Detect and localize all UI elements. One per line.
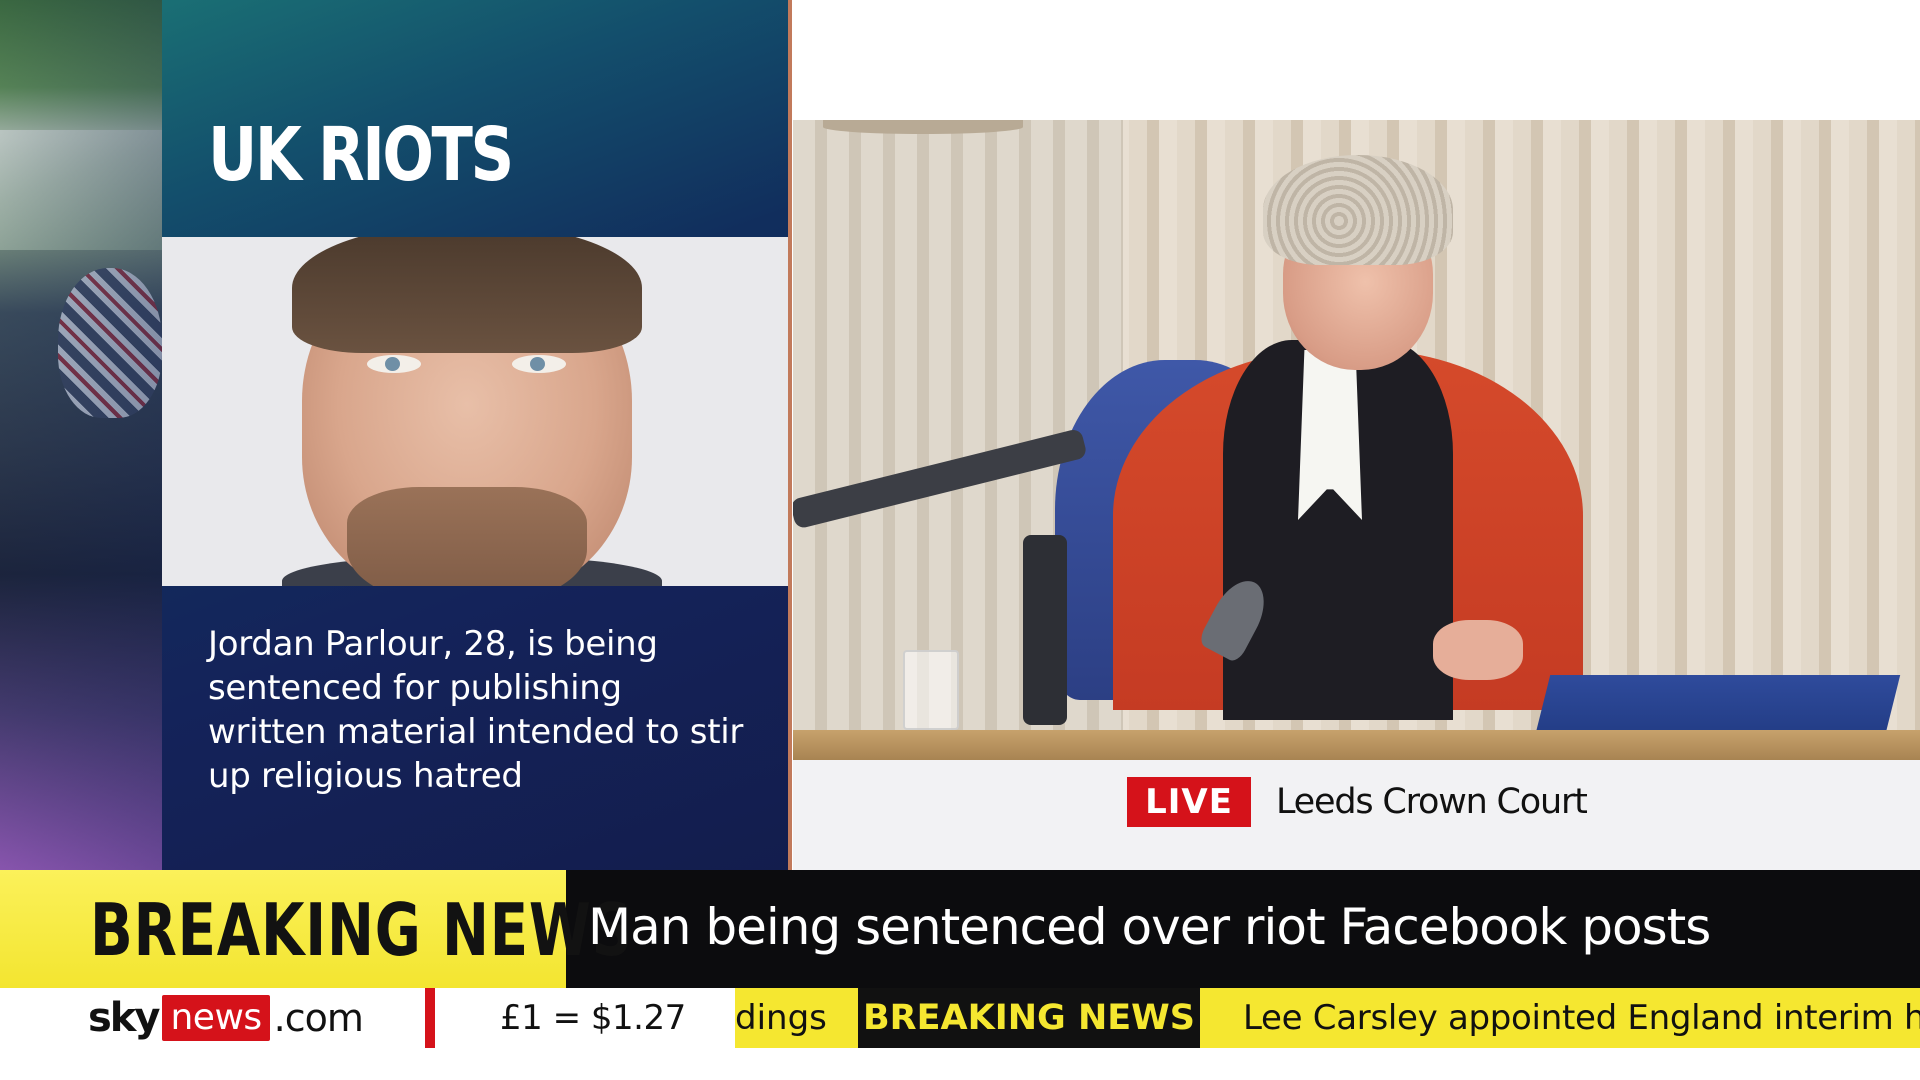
mugshot-left-eye xyxy=(367,355,421,373)
water-glass xyxy=(903,650,959,730)
monitor-stand xyxy=(1023,535,1067,725)
breaking-news-label-box: BREAKING NEWS xyxy=(0,870,632,988)
live-court-video xyxy=(793,120,1920,760)
logo-dotcom: .com xyxy=(273,996,364,1040)
story-card: UK RIOTS Jordan Parlour, 28, is being se… xyxy=(162,0,788,870)
breaking-news-bar: BREAKING NEWS Man being sentenced over r… xyxy=(0,870,1920,988)
ticker-bar: sky news .com £1 = $1.27 dings BREAKING … xyxy=(0,988,1920,1080)
sky-news-logo: sky news .com xyxy=(88,990,364,1046)
breaking-headline: Man being sentenced over riot Facebook p… xyxy=(588,898,1711,956)
ticker-separator xyxy=(425,988,435,1048)
mugshot-hair xyxy=(292,237,642,353)
location-label: Leeds Crown Court xyxy=(1276,782,1588,822)
ticker-headline: Lee Carsley appointed England interim he xyxy=(1243,998,1920,1038)
ticker-breaking-badge: BREAKING NEWS xyxy=(858,988,1200,1048)
judge-wig xyxy=(1263,155,1453,265)
exchange-rate: £1 = $1.27 xyxy=(500,998,686,1038)
mugshot-right-eye xyxy=(512,355,566,373)
mugshot-image xyxy=(162,237,788,586)
story-graphic-panel: UK RIOTS Jordan Parlour, 28, is being se… xyxy=(0,0,790,870)
ticker-scroll-strip: dings BREAKING NEWS Lee Carsley appointe… xyxy=(735,988,1920,1048)
background-overlay xyxy=(0,0,162,870)
judge-hands xyxy=(1433,620,1523,680)
live-badge: LIVE xyxy=(1127,777,1251,827)
breaking-news-label: BREAKING NEWS xyxy=(90,888,633,972)
live-caption-bar: LIVE Leeds Crown Court xyxy=(793,760,1920,870)
story-title: UK RIOTS xyxy=(208,112,514,198)
ticker-previous-item: dings xyxy=(735,998,827,1038)
blue-folder xyxy=(1535,675,1901,733)
judge-bench xyxy=(793,730,1920,760)
mugshot-beard xyxy=(347,487,587,586)
logo-sky: sky xyxy=(88,995,160,1041)
logo-news: news xyxy=(162,995,270,1041)
story-caption: Jordan Parlour, 28, is being sentenced f… xyxy=(208,624,744,796)
court-crest xyxy=(823,120,1023,134)
panel-divider xyxy=(788,0,792,870)
broadcast-frame: UK RIOTS Jordan Parlour, 28, is being se… xyxy=(0,0,1920,1080)
